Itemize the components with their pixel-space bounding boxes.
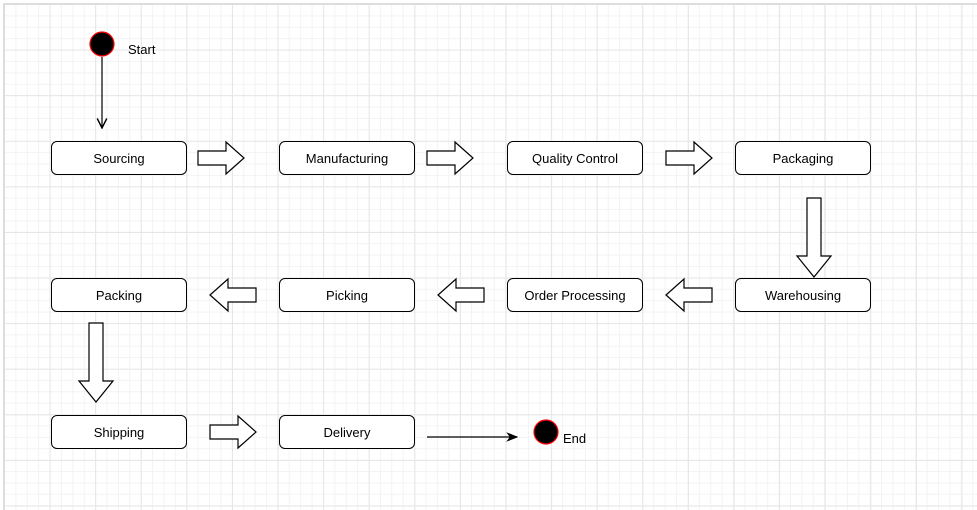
step-warehousing[interactable]: Warehousing xyxy=(735,278,871,312)
block-arrow-icon xyxy=(209,414,257,450)
end-node[interactable] xyxy=(533,419,559,445)
step-picking[interactable]: Picking xyxy=(279,278,415,312)
end-label: End xyxy=(563,431,587,446)
block-arrow-icon xyxy=(795,197,833,278)
step-packing[interactable]: Packing xyxy=(51,278,187,312)
step-packaging[interactable]: Packaging xyxy=(735,141,871,175)
block-arrow-icon xyxy=(665,140,713,176)
start-label: Start xyxy=(128,42,156,57)
start-node[interactable] xyxy=(89,31,115,57)
step-manufacturing[interactable]: Manufacturing xyxy=(279,141,415,175)
block-arrow-icon xyxy=(197,140,245,176)
block-arrow-icon xyxy=(77,322,115,403)
block-arrow-icon xyxy=(426,140,474,176)
step-quality-control[interactable]: Quality Control xyxy=(507,141,643,175)
step-delivery[interactable]: Delivery xyxy=(279,415,415,449)
step-shipping[interactable]: Shipping xyxy=(51,415,187,449)
block-arrow-icon xyxy=(209,277,257,313)
block-arrow-icon xyxy=(665,277,713,313)
step-sourcing[interactable]: Sourcing xyxy=(51,141,187,175)
step-order-processing[interactable]: Order Processing xyxy=(507,278,643,312)
block-arrow-icon xyxy=(437,277,485,313)
